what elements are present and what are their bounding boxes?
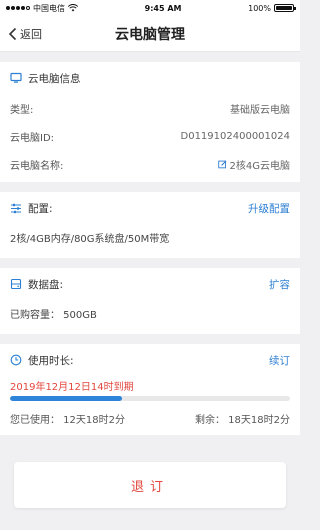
disk-card: 数据盘: 扩容 已购容量： 500GB [0,268,300,334]
clock-icon [10,354,22,366]
usage-stats: 您已使用： 12天18时2分 剩余： 18天18时2分 [10,407,290,429]
usage-progress-bar [10,396,290,401]
cancel-wrap: 退订 [0,462,300,508]
battery-icon [274,4,296,12]
carrier-label: 中国电信 [33,3,65,13]
disk-purchased: 已购容量： 500GB [10,309,97,321]
chevron-left-icon [8,27,17,41]
status-left: 中国电信 [6,3,78,14]
info-section-header: 云电脑信息 [10,62,290,94]
config-section-title: 配置: [28,202,53,215]
info-card: 云电脑信息 类型: 基础版云电脑 云电脑ID: D011910240000102… [0,62,300,182]
info-name-edit[interactable]: 2核4G云电脑 [217,157,290,172]
info-name-label: 云电脑名称: [10,160,64,172]
unsubscribe-button[interactable]: 退订 [14,462,286,508]
info-type-label: 类型: [10,104,34,116]
upgrade-config-link[interactable]: 升级配置 [248,201,290,216]
disk-icon [10,278,22,290]
monitor-icon [10,72,22,83]
disk-section-title: 数据盘: [28,278,64,291]
usage-section-header: 使用时长: 续订 [10,344,290,376]
info-row-name: 云电脑名称: 2核4G云电脑 [10,150,290,178]
info-row-type: 类型: 基础版云电脑 [10,94,290,122]
disk-section-header: 数据盘: 扩容 [10,268,290,300]
info-name-value: 2核4G云电脑 [229,160,290,172]
sliders-icon [11,203,21,214]
expand-disk-link[interactable]: 扩容 [269,277,290,292]
back-button[interactable]: 返回 [8,16,42,52]
status-right: 100% [248,3,296,13]
usage-card: 使用时长: 续订 2019年12月12日14时到期 您已使用： 12天18时2分… [0,344,300,435]
back-label: 返回 [20,28,42,41]
usage-section-title: 使用时长: [28,354,74,367]
nav-bar: 返回 云电脑管理 [0,16,300,52]
config-section-header: 配置: 升级配置 [10,192,290,224]
info-section-title: 云电脑信息 [28,72,81,85]
info-type-value: 基础版云电脑 [230,104,290,116]
signal-icon [6,6,30,10]
config-description: 2核/4GB内存/80G系统盘/50M带宽 [10,233,170,245]
page-title: 云电脑管理 [115,26,185,43]
info-id-label: 云电脑ID: [10,132,55,144]
edit-icon [217,160,226,168]
used-time: 您已使用： 12天18时2分 [10,414,125,426]
status-bar: 中国电信 9:45 AM 100% [0,0,300,16]
renew-link[interactable]: 续订 [269,353,290,368]
battery-fill [276,6,292,10]
status-time: 9:45 AM [144,3,182,13]
config-card: 配置: 升级配置 2核/4GB内存/80G系统盘/50M带宽 [0,192,300,258]
info-row-id: 云电脑ID: D0119102400001024 [10,122,290,150]
wifi-icon [68,4,78,12]
info-id-value: D0119102400001024 [180,130,291,142]
expire-date: 2019年12月12日14时到期 [10,381,134,393]
remaining-time: 剩余： 18天18时2分 [195,414,290,426]
usage-progress-fill [10,396,122,401]
battery-percent: 100% [248,3,271,13]
